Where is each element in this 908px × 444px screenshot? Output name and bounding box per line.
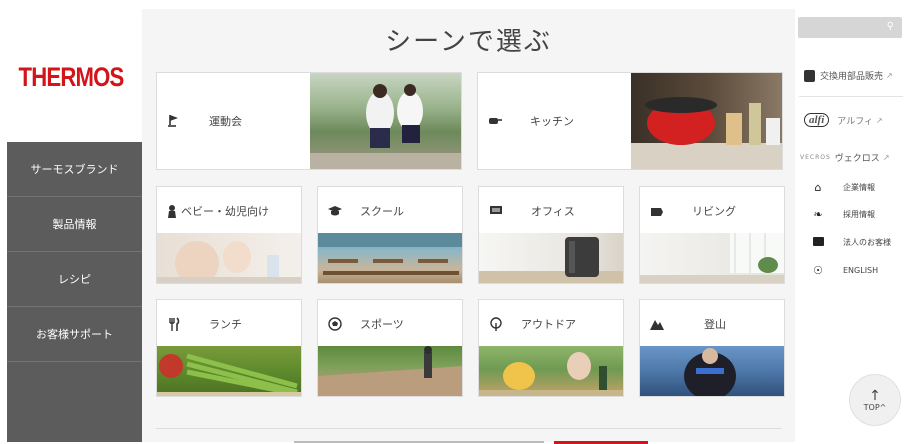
business-link[interactable]: 法人のお客様 xyxy=(811,236,891,249)
scene-card-baby[interactable]: ベビー・幼児向け xyxy=(156,186,302,284)
more-button-gray[interactable] xyxy=(294,441,544,443)
globe-icon: ☉ xyxy=(813,264,823,277)
scene-card-kitchen[interactable]: キッチン xyxy=(477,72,783,170)
flag-icon xyxy=(167,114,181,128)
kitchen-photo xyxy=(631,73,782,169)
outdoor-photo xyxy=(479,346,623,396)
scene-label: 運動会 xyxy=(209,115,242,128)
scene-label: 登山 xyxy=(704,318,726,331)
alfi-link[interactable]: alfi アルフィ ↗ xyxy=(804,113,883,127)
scene-card-office[interactable]: オフィス xyxy=(478,186,624,284)
graduation-cap-icon xyxy=(328,204,342,218)
scene-card-lunch[interactable]: ランチ xyxy=(156,299,302,397)
scene-card-sports-day[interactable]: 運動会 xyxy=(156,72,462,170)
parts-link[interactable]: 交換用部品販売 ↗ xyxy=(804,69,893,82)
mountain-photo xyxy=(640,346,784,396)
left-sidebar: THERMOS サーモスブランド 製品情報 レシピ お客様サポート xyxy=(0,0,142,442)
baby-icon xyxy=(165,204,179,218)
briefcase-icon xyxy=(811,236,825,249)
alfi-logo: alfi xyxy=(804,113,830,127)
scene-label: スクール xyxy=(360,205,404,218)
scene-label: アウトドア xyxy=(521,318,576,331)
mountain-icon xyxy=(650,317,664,331)
leaf-icon: ❧ xyxy=(813,208,823,221)
recruit-label: 採用情報 xyxy=(843,210,875,219)
pot-icon xyxy=(488,114,502,128)
scene-label: オフィス xyxy=(531,205,575,218)
sports-day-photo xyxy=(310,73,461,169)
lunch-photo xyxy=(157,346,301,396)
scene-label: キッチン xyxy=(530,115,574,128)
sports-photo xyxy=(318,346,462,396)
search-icon[interactable]: ⚲ xyxy=(887,21,894,32)
office-photo xyxy=(479,233,623,283)
vecros-logo: VECROS xyxy=(800,154,831,161)
external-link-icon: ↗ xyxy=(876,115,883,125)
vecros-link[interactable]: VECROS ヴェクロス ↗ xyxy=(800,151,890,164)
tree-icon xyxy=(489,317,503,331)
nav-item-brand[interactable]: サーモスブランド xyxy=(7,142,142,197)
parts-label: 交換用部品販売 xyxy=(820,72,884,82)
scene-card-living[interactable]: リビング xyxy=(639,186,785,284)
back-to-top-button[interactable]: ↑ TOP^ xyxy=(849,374,901,426)
vecros-label: ヴェクロス xyxy=(834,154,880,164)
top-label: TOP^ xyxy=(863,402,887,412)
recruit-link[interactable]: ❧ 採用情報 xyxy=(811,208,875,221)
right-sidebar: ⚲ 交換用部品販売 ↗ alfi アルフィ ↗ VECROS ヴェクロス ↗ ⌂… xyxy=(795,0,908,442)
baby-photo xyxy=(157,233,301,283)
scene-label: リビング xyxy=(692,205,736,218)
search-input[interactable]: ⚲ xyxy=(798,17,902,38)
page-title: シーンで選ぶ xyxy=(385,27,552,57)
house-icon: ⌂ xyxy=(814,181,822,194)
english-link[interactable]: ☉ ENGLISH xyxy=(811,264,878,277)
business-label: 法人のお客様 xyxy=(843,238,891,247)
fork-knife-icon xyxy=(167,317,181,331)
divider xyxy=(156,428,782,429)
english-label: ENGLISH xyxy=(843,266,879,275)
arrow-up-icon: ↑ xyxy=(869,387,881,404)
living-photo xyxy=(640,233,784,283)
soccer-ball-icon xyxy=(328,317,342,331)
parts-icon xyxy=(804,69,815,82)
main-nav: サーモスブランド 製品情報 レシピ お客様サポート xyxy=(7,142,142,442)
nav-item-support[interactable]: お客様サポート xyxy=(7,307,142,362)
scene-card-mountain[interactable]: 登山 xyxy=(639,299,785,397)
monitor-icon xyxy=(489,204,503,218)
separator xyxy=(799,96,903,97)
external-link-icon: ↗ xyxy=(882,153,890,162)
alfi-label: アルフィ xyxy=(837,116,874,127)
corporate-label: 企業情報 xyxy=(843,183,875,192)
main-content: シーンで選ぶ 運動会 キッチン ベビー・幼児向け スクール オフィス リビング … xyxy=(142,9,795,444)
scene-card-sports[interactable]: スポーツ xyxy=(317,299,463,397)
scene-label: ベビー・幼児向け xyxy=(181,205,269,218)
scene-card-outdoor[interactable]: アウトドア xyxy=(478,299,624,397)
scene-label: ランチ xyxy=(209,318,242,331)
corporate-link[interactable]: ⌂ 企業情報 xyxy=(811,181,876,194)
scene-card-school[interactable]: スクール xyxy=(317,186,463,284)
school-photo xyxy=(318,233,462,283)
thermos-logo[interactable]: THERMOS xyxy=(13,62,129,93)
external-link-icon: ↗ xyxy=(886,71,893,80)
scene-label: スポーツ xyxy=(360,318,404,331)
nav-item-products[interactable]: 製品情報 xyxy=(7,197,142,252)
nav-item-recipes[interactable]: レシピ xyxy=(7,252,142,307)
sofa-icon xyxy=(650,204,664,218)
